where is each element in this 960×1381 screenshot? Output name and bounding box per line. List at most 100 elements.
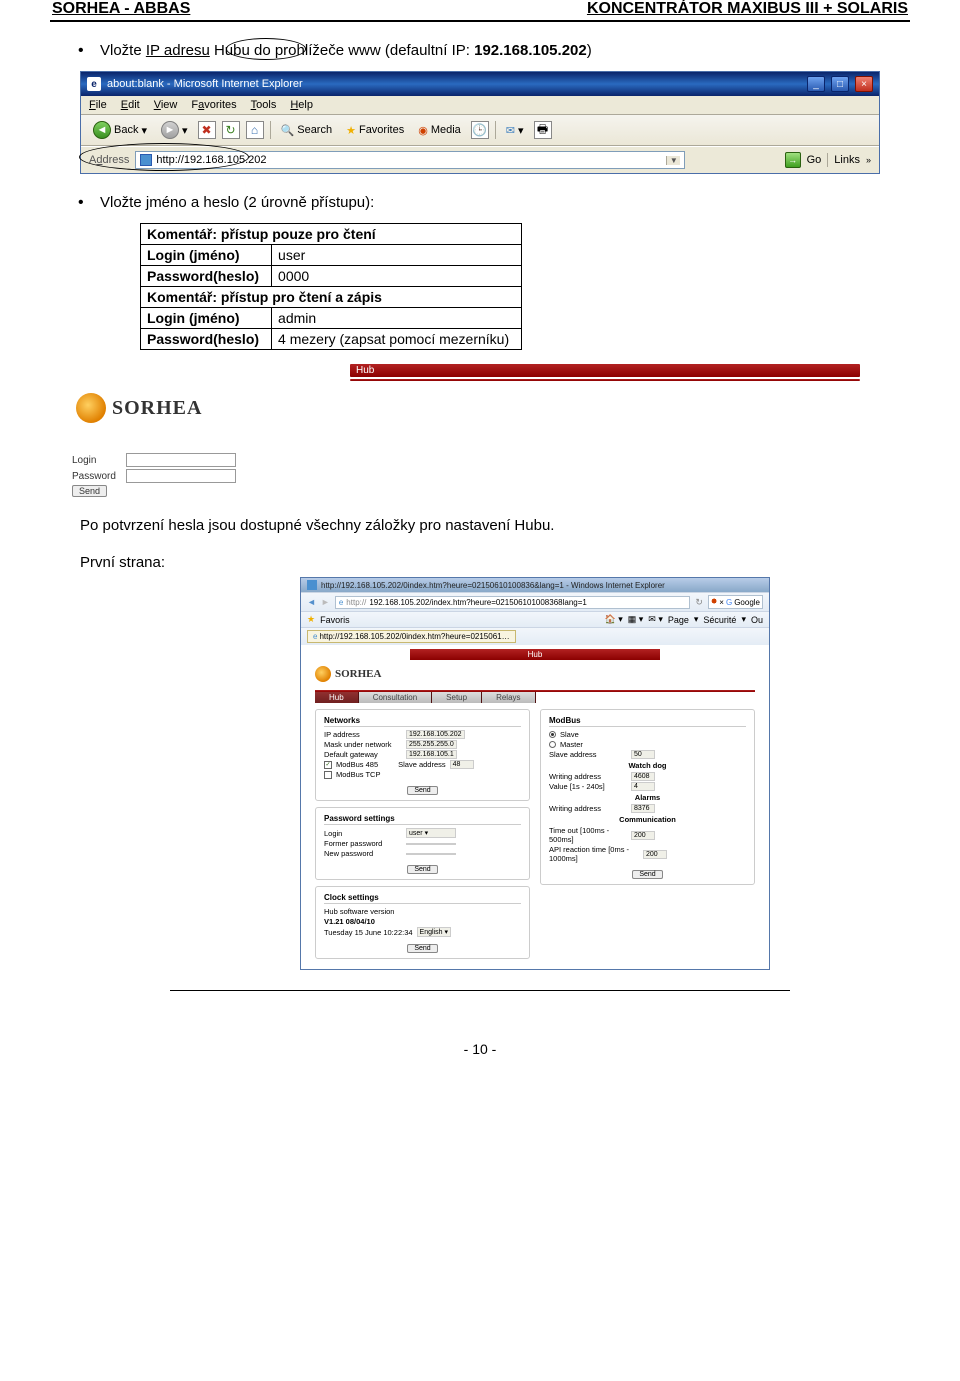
links-label[interactable]: Links	[834, 154, 860, 166]
bullet-ip-address: Vložte IP adresu Hubu do prohlížeče www …	[78, 42, 910, 59]
tab-consultation[interactable]: Consultation	[359, 692, 432, 703]
go-button[interactable]: →	[785, 152, 801, 168]
modbustcp-label: ModBus TCP	[336, 770, 380, 779]
refresh-button[interactable]: ↻	[222, 121, 240, 139]
ie-logo-icon: e	[87, 77, 101, 91]
history-button[interactable]: 🕒	[471, 121, 489, 139]
forward-button[interactable]: ► ▾	[157, 119, 192, 141]
login-field-label: Login	[72, 455, 120, 466]
address-dropdown-icon[interactable]: ▼	[666, 156, 680, 165]
go-label: Go	[807, 154, 822, 166]
bullet1-suffix: Hubu do prohlížeče www (defaultní IP:	[210, 42, 474, 59]
menu-tools[interactable]: Tools	[251, 99, 277, 111]
send-button[interactable]: Send	[72, 485, 107, 497]
favorites-button[interactable]: ★Favorites	[342, 122, 408, 139]
password-0000-cell: 0000	[272, 266, 522, 287]
slaveaddr-input[interactable]: 48	[450, 760, 474, 769]
print-button[interactable]: 🖶	[534, 121, 552, 139]
search-button[interactable]: 🔍Search	[277, 122, 337, 139]
ss-hub-banner: Hub	[410, 649, 660, 660]
minimize-button[interactable]: _	[807, 76, 825, 92]
ss-back-icon[interactable]: ◄	[307, 597, 316, 607]
links-chevron-icon[interactable]: »	[866, 155, 871, 165]
ip-input[interactable]: 192.168.105.202	[406, 730, 465, 739]
clock-send-button[interactable]: Send	[407, 944, 437, 953]
ss-search-dropdown[interactable]: 🟐×GGoogle	[708, 595, 763, 609]
api-input[interactable]: 200	[643, 850, 667, 859]
mask-input[interactable]: 255.255.255.0	[406, 740, 457, 749]
ie-window-title: about:blank - Microsoft Internet Explore…	[107, 78, 303, 90]
waddr-input[interactable]: 4608	[631, 772, 655, 781]
login-page-screenshot: Hub SORHEA Login Password Send	[60, 364, 900, 497]
val-input[interactable]: 4	[631, 782, 655, 791]
lang-select[interactable]: English ▾	[417, 927, 451, 937]
security-dropdown[interactable]: Sécurité	[703, 615, 736, 625]
password-label-cell-2: Password(heslo)	[141, 329, 272, 350]
menu-favorites[interactable]: Favorites	[191, 99, 236, 111]
menu-help[interactable]: Help	[290, 99, 313, 111]
home-button[interactable]: ⌂	[246, 121, 264, 139]
page-dropdown[interactable]: Page	[668, 615, 689, 625]
timeout-label: Time out [100ms - 500ms]	[549, 826, 627, 844]
api-label: API reaction time [0ms - 1000ms]	[549, 845, 639, 863]
version-value: V1.21 08/04/10	[324, 917, 375, 926]
ss-forward-icon[interactable]: ►	[321, 597, 330, 607]
tab-relays[interactable]: Relays	[482, 692, 535, 703]
mb-slaveaddr-input[interactable]: 50	[631, 750, 655, 759]
mail-button[interactable]: ✉ ▾	[502, 122, 528, 139]
waddr-label: Writing address	[549, 772, 627, 781]
credentials-table: Komentář: přístup pouze pro čtení Login …	[140, 223, 522, 350]
hub-banner-bar: Hub	[350, 364, 860, 377]
ss-page-tab[interactable]: ehttp://192.168.105.202/0index.htm?heure…	[307, 630, 516, 643]
login-input[interactable]	[126, 453, 236, 467]
close-button[interactable]: ×	[855, 76, 873, 92]
address-input[interactable]: http://192.168.105.202 ▼	[135, 151, 685, 169]
slaveaddr-label: Slave address	[398, 760, 446, 769]
ip-label: IP address	[324, 730, 402, 739]
home-dropdown-icon[interactable]: 🏠 ▾	[605, 614, 623, 625]
feed-icon[interactable]: ▦ ▾	[628, 614, 644, 625]
sorhea-sun-icon	[76, 393, 106, 423]
menu-file[interactable]: FFileile	[89, 99, 107, 111]
maximize-button[interactable]: □	[831, 76, 849, 92]
tab-hub[interactable]: Hub	[315, 692, 359, 703]
page-number: - 10 -	[50, 1041, 910, 1057]
timeout-input[interactable]: 200	[631, 831, 655, 840]
alarms-heading: Alarms	[549, 793, 746, 802]
back-button[interactable]: ◄Back ▾	[89, 119, 151, 141]
star-icon: ★	[307, 614, 315, 625]
waddr2-input[interactable]: 8376	[631, 804, 655, 813]
networks-send-button[interactable]: Send	[407, 786, 437, 795]
favoris-label[interactable]: Favoris	[320, 615, 350, 625]
ie-address-bar: Address http://192.168.105.202 ▼ → Go Li…	[81, 146, 879, 173]
password-input[interactable]	[126, 469, 236, 483]
menu-view[interactable]: View	[154, 99, 178, 111]
modbustcp-checkbox[interactable]	[324, 771, 332, 779]
tab-setup[interactable]: Setup	[432, 692, 482, 703]
modbus485-label: ModBus 485	[336, 760, 378, 769]
former-pwd-label: Former password	[324, 839, 402, 848]
new-pwd-input[interactable]	[406, 853, 456, 855]
clock-title: Clock settings	[324, 893, 521, 904]
ss-address-input[interactable]: e http://192.168.105.202/index.htm?heure…	[335, 596, 691, 609]
master-radio[interactable]	[549, 741, 556, 748]
pwd-send-button[interactable]: Send	[407, 865, 437, 874]
login-form: Login Password Send	[72, 453, 900, 497]
table-comment-read: Komentář: přístup pouze pro čtení	[141, 224, 522, 245]
modbus485-checkbox[interactable]: ✓	[324, 761, 332, 769]
ss-nav-tabs: Hub Consultation Setup Relays	[315, 692, 765, 703]
mail-icon[interactable]: ✉ ▾	[648, 614, 663, 625]
modbus-send-button[interactable]: Send	[632, 870, 662, 879]
slave-label: Slave	[560, 730, 579, 739]
stop-button[interactable]: ✖	[198, 121, 216, 139]
media-button[interactable]: ◉Media	[414, 122, 465, 139]
ss-refresh-icon[interactable]: ↻	[695, 597, 703, 608]
gateway-input[interactable]: 192.168.105.1	[406, 750, 457, 759]
slave-radio[interactable]	[549, 731, 556, 738]
bullet1-after: )	[587, 42, 592, 59]
hub-config-screenshot: http://192.168.105.202/0index.htm?heure=…	[300, 577, 770, 970]
menu-edit[interactable]: Edit	[121, 99, 140, 111]
tools-dropdown[interactable]: Ou	[751, 615, 763, 625]
pwd-login-select[interactable]: user ▾	[406, 828, 456, 838]
former-pwd-input[interactable]	[406, 843, 456, 845]
